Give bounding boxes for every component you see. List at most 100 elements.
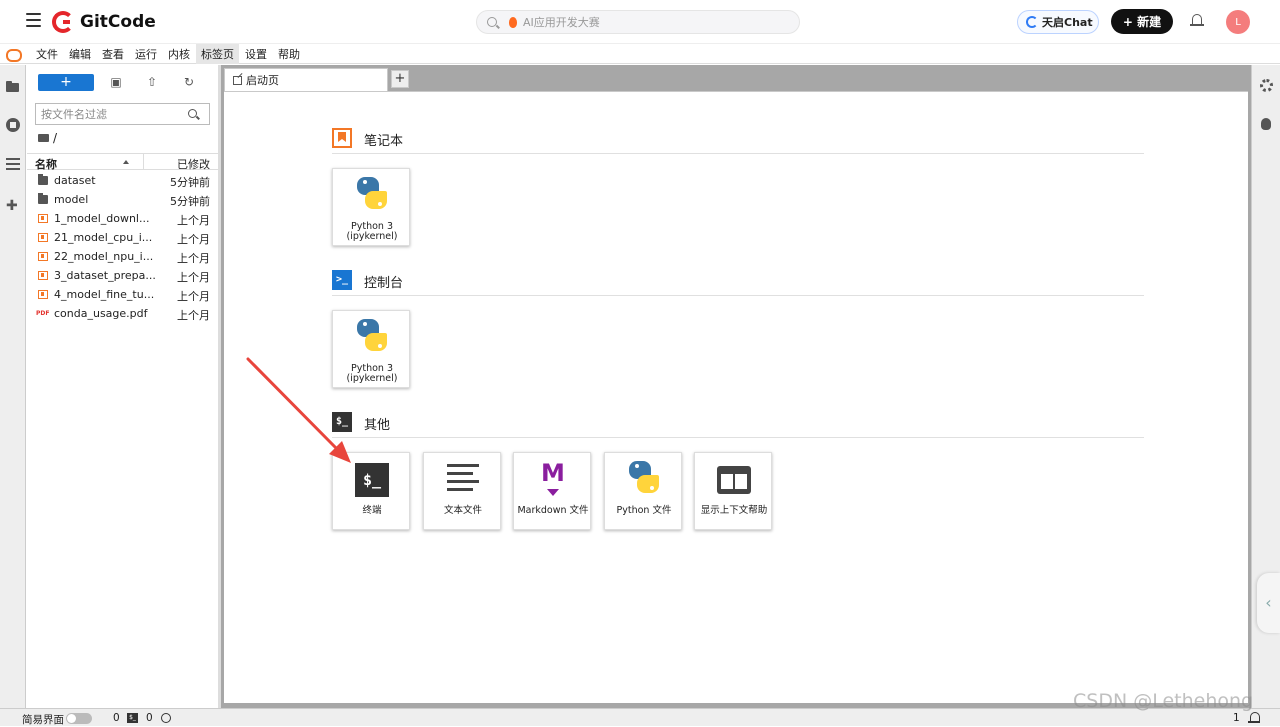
kernel-status-icon[interactable] (161, 713, 171, 723)
card-label: 显示上下文帮助 (700, 505, 768, 516)
launcher-tab-icon (233, 75, 242, 85)
running-sessions-icon[interactable] (6, 118, 20, 132)
notebook-icon (38, 290, 48, 299)
file-row[interactable]: PDF conda_usage.pdf 上个月 (27, 304, 218, 323)
section-title: 控制台 (364, 276, 404, 291)
file-name: 21_model_cpu_i... (54, 231, 153, 244)
jupyter-menubar: 文件 编辑 查看 运行 内核 标签页 设置 帮助 (0, 43, 1280, 64)
fire-icon (509, 16, 517, 28)
notebook-section-icon (332, 128, 352, 148)
sort-ascending-icon (123, 160, 129, 164)
notification-bell-icon[interactable] (1248, 712, 1260, 724)
card-label: Python 3 (ipykernel) (346, 363, 398, 384)
tab-label: 启动页 (246, 74, 279, 87)
terminal-icon: $_ (355, 463, 389, 497)
file-row[interactable]: 3_dataset_prepa... 上个月 (27, 266, 218, 285)
column-modified[interactable]: 已修改 (177, 156, 210, 172)
simple-mode-label: 简易界面 (22, 714, 64, 726)
tianqi-chat-button[interactable]: 天启Chat (1017, 10, 1099, 34)
file-row[interactable]: dataset 5分钟前 (27, 171, 218, 190)
breadcrumb[interactable]: / (38, 131, 57, 145)
gitcode-logo-icon (52, 11, 74, 33)
new-button[interactable]: + 新建 (1111, 9, 1173, 34)
menu-view[interactable]: 查看 (97, 44, 129, 64)
file-row[interactable]: 22_model_npu_i... 上个月 (27, 247, 218, 266)
gitcode-header: GitCode AI应用开发大赛 天启Chat + 新建 L (0, 0, 1280, 44)
search-input[interactable]: AI应用开发大赛 (476, 10, 800, 34)
menu-edit[interactable]: 编辑 (64, 44, 96, 64)
file-row[interactable]: 1_model_downl... 上个月 (27, 209, 218, 228)
notification-bell-icon[interactable] (1190, 14, 1204, 29)
python-logo-icon (627, 460, 661, 494)
column-name[interactable]: 名称 (35, 156, 57, 172)
python-file-card[interactable]: Python 文件 (604, 452, 682, 530)
markdown-file-card[interactable]: M Markdown 文件 (513, 452, 591, 530)
jupyter-logo-icon (5, 47, 22, 62)
file-name: conda_usage.pdf (54, 307, 148, 320)
debugger-icon[interactable] (1261, 118, 1271, 130)
property-inspector-icon[interactable] (1260, 79, 1273, 92)
menu-kernel[interactable]: 内核 (163, 44, 195, 64)
table-of-contents-icon[interactable] (6, 158, 20, 172)
other-section-icon: $_ (332, 412, 352, 432)
file-name: model (54, 193, 89, 206)
console-section-icon: >_ (332, 270, 352, 290)
menu-icon[interactable] (26, 13, 42, 29)
section-title: 笔记本 (364, 134, 404, 149)
folder-icon (38, 193, 48, 204)
new-folder-icon[interactable]: ▣ (109, 75, 123, 89)
other-section-header: $_ 其他 (332, 412, 1144, 438)
extensions-icon[interactable]: ✚ (6, 199, 20, 213)
refresh-icon[interactable]: ↻ (182, 75, 196, 89)
card-label: Markdown 文件 (517, 505, 589, 516)
brand-name: GitCode (80, 12, 156, 32)
notebook-icon (38, 252, 48, 261)
add-tab-button[interactable]: + (391, 70, 409, 88)
simple-mode-toggle[interactable] (66, 713, 92, 724)
notification-count: 1 (1233, 712, 1240, 724)
menu-settings[interactable]: 设置 (240, 44, 272, 64)
breadcrumb-root: / (53, 131, 58, 145)
card-label: Python 3 (ipykernel) (346, 221, 398, 242)
menu-tabs[interactable]: 标签页 (196, 43, 239, 64)
menu-run[interactable]: 运行 (130, 44, 162, 64)
menu-file[interactable]: 文件 (31, 44, 63, 64)
terminal-card[interactable]: $_ 终端 (332, 452, 410, 530)
file-list-header: 名称 已修改 (27, 153, 218, 172)
terminal-status-icon[interactable]: $_ (127, 713, 138, 723)
terminal-count: 0 (113, 712, 120, 724)
search-placeholder: AI应用开发大赛 (523, 16, 600, 29)
collapse-panel-handle[interactable]: ‹ (1257, 573, 1280, 633)
upload-icon[interactable]: ⇧ (145, 75, 159, 89)
pdf-icon: PDF (36, 310, 50, 317)
file-browser-toolbar: + ▣ ⇧ ↻ (27, 65, 218, 99)
file-browser-icon[interactable] (6, 79, 20, 93)
context-help-card[interactable]: 显示上下文帮助 (694, 452, 772, 530)
notebook-icon (38, 214, 48, 223)
file-modified: 上个月 (177, 233, 210, 246)
file-modified: 上个月 (177, 309, 210, 322)
search-icon (487, 17, 497, 27)
filter-placeholder: 按文件名过滤 (41, 108, 107, 121)
folder-icon (38, 134, 49, 142)
launcher-panel: 笔记本 Python 3 (ipykernel) >_ 控制台 Python 3… (224, 91, 1248, 703)
file-row[interactable]: 21_model_cpu_i... 上个月 (27, 228, 218, 247)
file-row[interactable]: model 5分钟前 (27, 190, 218, 209)
context-help-icon (717, 466, 751, 494)
file-filter-input[interactable]: 按文件名过滤 (35, 103, 210, 125)
avatar[interactable]: L (1226, 10, 1250, 34)
text-file-card[interactable]: 文本文件 (423, 452, 501, 530)
left-activity-rail: ✚ (0, 65, 26, 708)
folder-icon (38, 174, 48, 185)
card-label: 终端 (362, 505, 382, 516)
file-name: 22_model_npu_i... (54, 250, 154, 263)
menu-help[interactable]: 帮助 (273, 44, 305, 64)
notebook-python3-card[interactable]: Python 3 (ipykernel) (332, 168, 410, 246)
file-browser-panel: + ▣ ⇧ ↻ 按文件名过滤 / 名称 已修改 dataset 5分钟前 mod… (27, 65, 218, 708)
new-launcher-button[interactable]: + (38, 74, 94, 91)
gitcode-logo[interactable]: GitCode (52, 9, 156, 35)
file-row[interactable]: 4_model_fine_tu... 上个月 (27, 285, 218, 304)
tab-launcher[interactable]: 启动页 (224, 68, 388, 91)
file-name: 4_model_fine_tu... (54, 288, 155, 301)
console-python3-card[interactable]: Python 3 (ipykernel) (332, 310, 410, 388)
